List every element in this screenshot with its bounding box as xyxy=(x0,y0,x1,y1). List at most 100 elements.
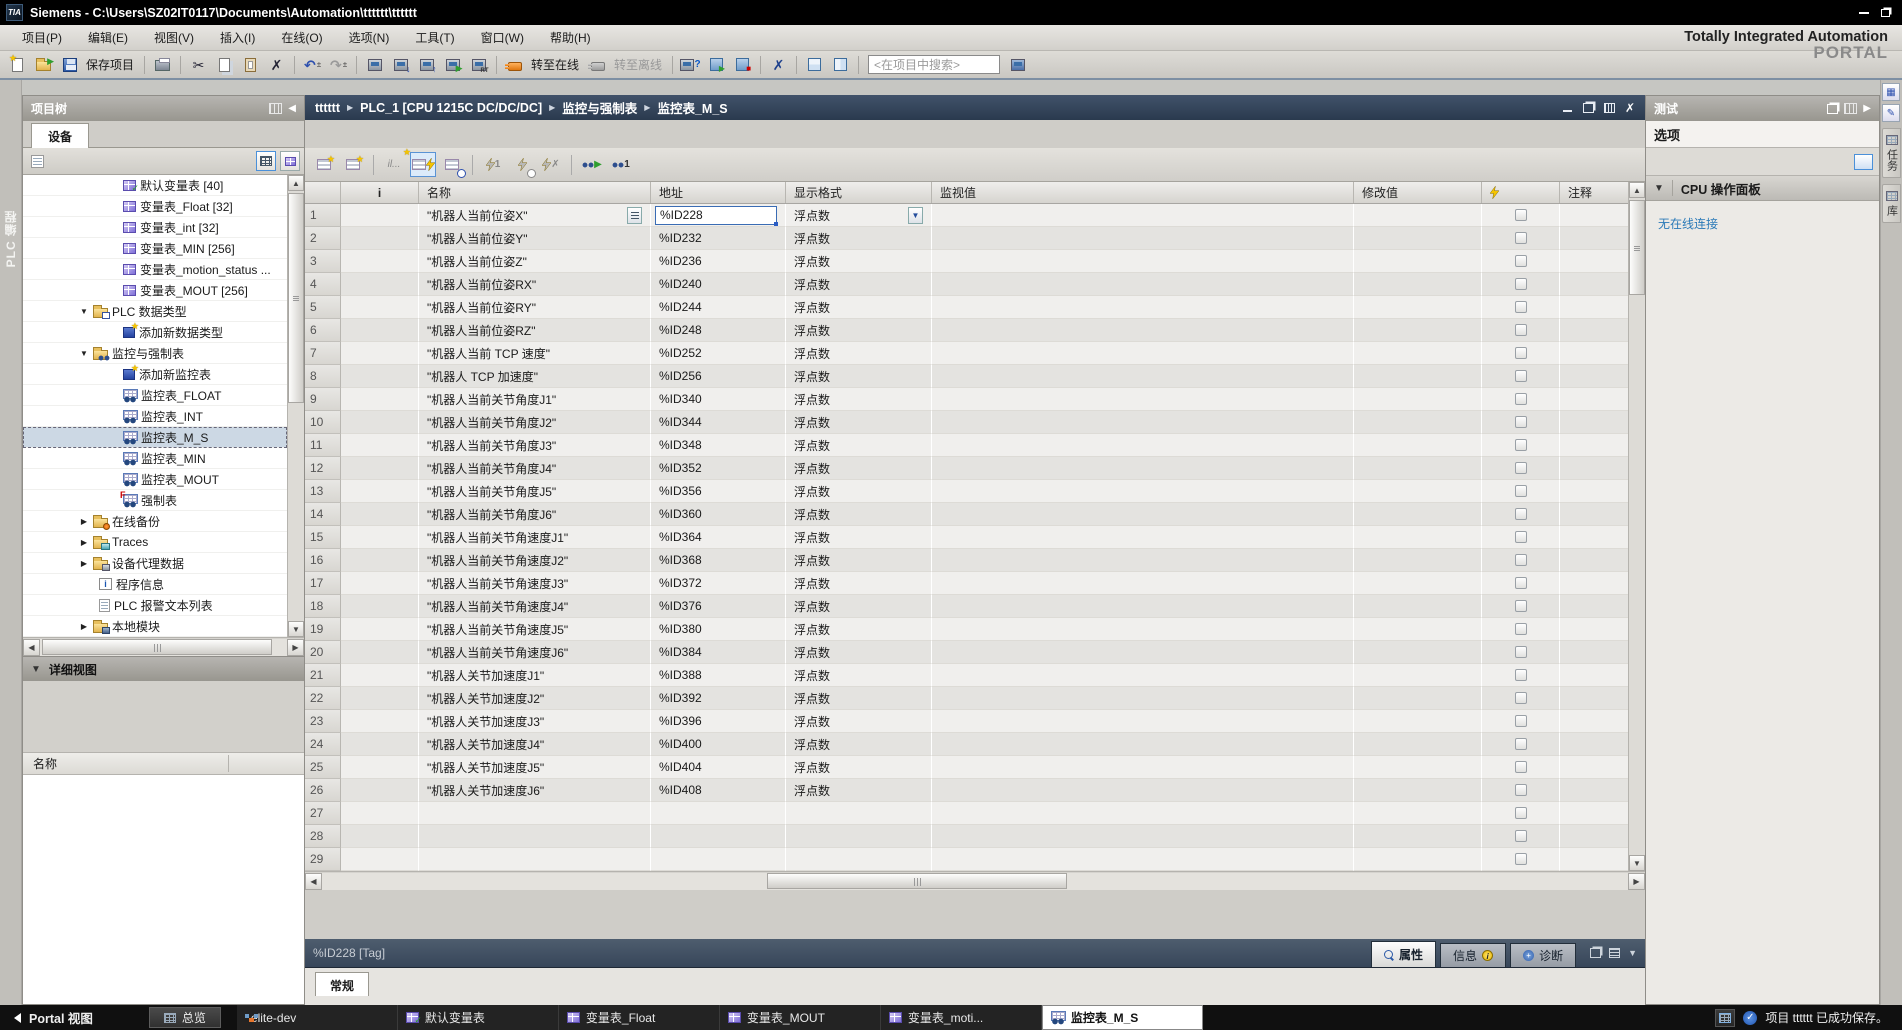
table-row[interactable]: 16"机器人当前关节角速度J2"%ID368浮点数 xyxy=(305,549,1628,572)
modify-value-cell[interactable] xyxy=(1354,365,1482,388)
table-row[interactable]: 10"机器人当前关节角度J2"%ID344浮点数 xyxy=(305,411,1628,434)
modify-value-cell[interactable] xyxy=(1354,733,1482,756)
tag-name-cell[interactable]: "机器人当前位姿RY" xyxy=(419,296,651,319)
tree-item-监控表_MIN[interactable]: 监控表_MIN xyxy=(23,448,287,469)
add-row-button[interactable]: ★ xyxy=(340,152,366,177)
table-row[interactable]: 27 xyxy=(305,802,1628,825)
address-cell[interactable]: %ID400 xyxy=(651,733,786,756)
table-row[interactable]: 23"机器人关节加速度J3"%ID396浮点数 xyxy=(305,710,1628,733)
address-cell[interactable]: %ID340 xyxy=(651,388,786,411)
address-cell[interactable]: %ID348 xyxy=(651,434,786,457)
rail-tab-任务[interactable]: 任务 xyxy=(1882,128,1901,178)
modify-enable-checkbox[interactable] xyxy=(1515,324,1527,336)
modify-enable-checkbox[interactable] xyxy=(1515,577,1527,589)
row-number[interactable]: 26 xyxy=(305,779,341,802)
print-button[interactable] xyxy=(151,53,174,76)
cpu-panel-header[interactable]: ▼ CPU 操作面板 xyxy=(1646,176,1879,201)
table-row[interactable]: 26"机器人关节加速度J6"%ID408浮点数 xyxy=(305,779,1628,802)
display-format-cell[interactable]: 浮点数 xyxy=(786,641,932,664)
modify-enable-checkbox[interactable] xyxy=(1515,531,1527,543)
modify-enable-checkbox[interactable] xyxy=(1515,784,1527,796)
modify-enable-checkbox[interactable] xyxy=(1515,830,1527,842)
menu-item-4[interactable]: 在线(O) xyxy=(269,25,334,50)
display-format-cell[interactable] xyxy=(786,825,932,848)
table-row[interactable]: 6"机器人当前位姿RZ"%ID248浮点数 xyxy=(305,319,1628,342)
display-format-cell[interactable]: 浮点数 xyxy=(786,319,932,342)
compile-button[interactable] xyxy=(363,53,386,76)
col-modify[interactable]: 修改值 xyxy=(1354,182,1482,203)
tab-devices[interactable]: 设备 xyxy=(31,123,89,148)
redo-button[interactable]: ↷± xyxy=(327,53,350,76)
table-row[interactable]: 12"机器人当前关节角度J4"%ID352浮点数 xyxy=(305,457,1628,480)
monitor-once-button[interactable] xyxy=(439,152,465,177)
comment-cell[interactable] xyxy=(1560,388,1628,411)
display-format-cell[interactable]: 浮点数 xyxy=(786,227,932,250)
modify-enable-checkbox[interactable] xyxy=(1515,692,1527,704)
comment-cell[interactable] xyxy=(1560,733,1628,756)
columns-icon[interactable] xyxy=(1844,103,1857,114)
menu-item-3[interactable]: 插入(I) xyxy=(208,25,267,50)
modify-value-cell[interactable] xyxy=(1354,595,1482,618)
tree-item-设备代理数据[interactable]: ▶设备代理数据 xyxy=(23,553,287,574)
row-number[interactable]: 28 xyxy=(305,825,341,848)
taskbar-button-变量表_Float[interactable]: 变量表_Float xyxy=(559,1005,720,1030)
table-row[interactable]: 25"机器人关节加速度J5"%ID404浮点数 xyxy=(305,756,1628,779)
table-row[interactable]: 14"机器人当前关节角度J6"%ID360浮点数 xyxy=(305,503,1628,526)
modify-value-cell[interactable] xyxy=(1354,227,1482,250)
taskbar-button-默认变量表[interactable]: ✓默认变量表 xyxy=(398,1005,559,1030)
menu-item-8[interactable]: 帮助(H) xyxy=(538,25,603,50)
row-number[interactable]: 23 xyxy=(305,710,341,733)
modify-enable-checkbox[interactable] xyxy=(1515,761,1527,773)
address-cell[interactable]: %ID248 xyxy=(651,319,786,342)
modify-value-cell[interactable] xyxy=(1354,273,1482,296)
tree-item-变量表_motion_status-...[interactable]: 变量表_motion_status ... xyxy=(23,259,287,280)
display-format-cell[interactable]: 浮点数 xyxy=(786,434,932,457)
display-format-cell[interactable]: 浮点数 xyxy=(786,480,932,503)
row-number[interactable]: 24 xyxy=(305,733,341,756)
tag-name-cell[interactable]: "机器人当前位姿RX" xyxy=(419,273,651,296)
row-number[interactable]: 9 xyxy=(305,388,341,411)
address-cell[interactable]: %ID408 xyxy=(651,779,786,802)
tag-name-cell[interactable]: "机器人当前关节角度J3" xyxy=(419,434,651,457)
tag-name-cell[interactable]: "机器人当前位姿Z" xyxy=(419,250,651,273)
diagnostics-button[interactable]: ? xyxy=(679,53,702,76)
modify-value-cell[interactable] xyxy=(1354,526,1482,549)
comment-cell[interactable] xyxy=(1560,595,1628,618)
tag-name-cell[interactable]: "机器人关节加速度J4" xyxy=(419,733,651,756)
tag-name-cell[interactable]: "机器人当前关节角速度J3" xyxy=(419,572,651,595)
expander-down-icon[interactable]: ▼ xyxy=(79,307,89,316)
display-format-cell[interactable]: 浮点数▼ xyxy=(786,204,932,227)
comment-cell[interactable] xyxy=(1560,227,1628,250)
table-row[interactable]: 3"机器人当前位姿Z"%ID236浮点数 xyxy=(305,250,1628,273)
display-format-cell[interactable]: 浮点数 xyxy=(786,779,932,802)
tag-name-cell[interactable]: "机器人当前位姿Y" xyxy=(419,227,651,250)
tree-item-监控表_M_S[interactable]: 监控表_M_S xyxy=(23,427,287,448)
modify-enable-checkbox[interactable] xyxy=(1515,209,1527,221)
table-row[interactable]: 28 xyxy=(305,825,1628,848)
taskbar-button-变量表_MOUT[interactable]: 变量表_MOUT xyxy=(720,1005,881,1030)
table-row[interactable]: 20"机器人当前关节角速度J6"%ID384浮点数 xyxy=(305,641,1628,664)
display-format-cell[interactable]: 浮点数 xyxy=(786,618,932,641)
row-number[interactable]: 6 xyxy=(305,319,341,342)
minimize-pane-icon[interactable] xyxy=(1562,103,1573,113)
address-cell[interactable]: %ID368 xyxy=(651,549,786,572)
modify-value-cell[interactable] xyxy=(1354,434,1482,457)
table-row[interactable]: 22"机器人关节加速度J2"%ID392浮点数 xyxy=(305,687,1628,710)
modify-enable-checkbox[interactable] xyxy=(1515,715,1527,727)
tag-name-cell[interactable] xyxy=(419,825,651,848)
breadcrumb-segment-1[interactable]: PLC_1 [CPU 1215C DC/DC/DC] xyxy=(360,101,542,115)
tree-item-变量表_MOUT-[256][interactable]: 变量表_MOUT [256] xyxy=(23,280,287,301)
comment-cell[interactable] xyxy=(1560,756,1628,779)
address-cell[interactable] xyxy=(651,825,786,848)
modify-enable-checkbox[interactable] xyxy=(1515,255,1527,267)
address-cell[interactable]: %ID360 xyxy=(651,503,786,526)
auto-collapse-icon[interactable] xyxy=(269,103,282,114)
display-format-cell[interactable]: 浮点数 xyxy=(786,526,932,549)
breadcrumb-segment-2[interactable]: 监控与强制表 xyxy=(562,98,637,117)
scroll-left-icon[interactable]: ◀ xyxy=(23,639,40,656)
modify-value-cell[interactable] xyxy=(1354,204,1482,227)
scroll-up-icon[interactable]: ▲ xyxy=(1629,182,1645,198)
display-format-cell[interactable]: 浮点数 xyxy=(786,687,932,710)
expander-right-icon[interactable]: ▶ xyxy=(79,559,89,568)
tree-item-添加新监控表[interactable]: ★添加新监控表 xyxy=(23,364,287,385)
